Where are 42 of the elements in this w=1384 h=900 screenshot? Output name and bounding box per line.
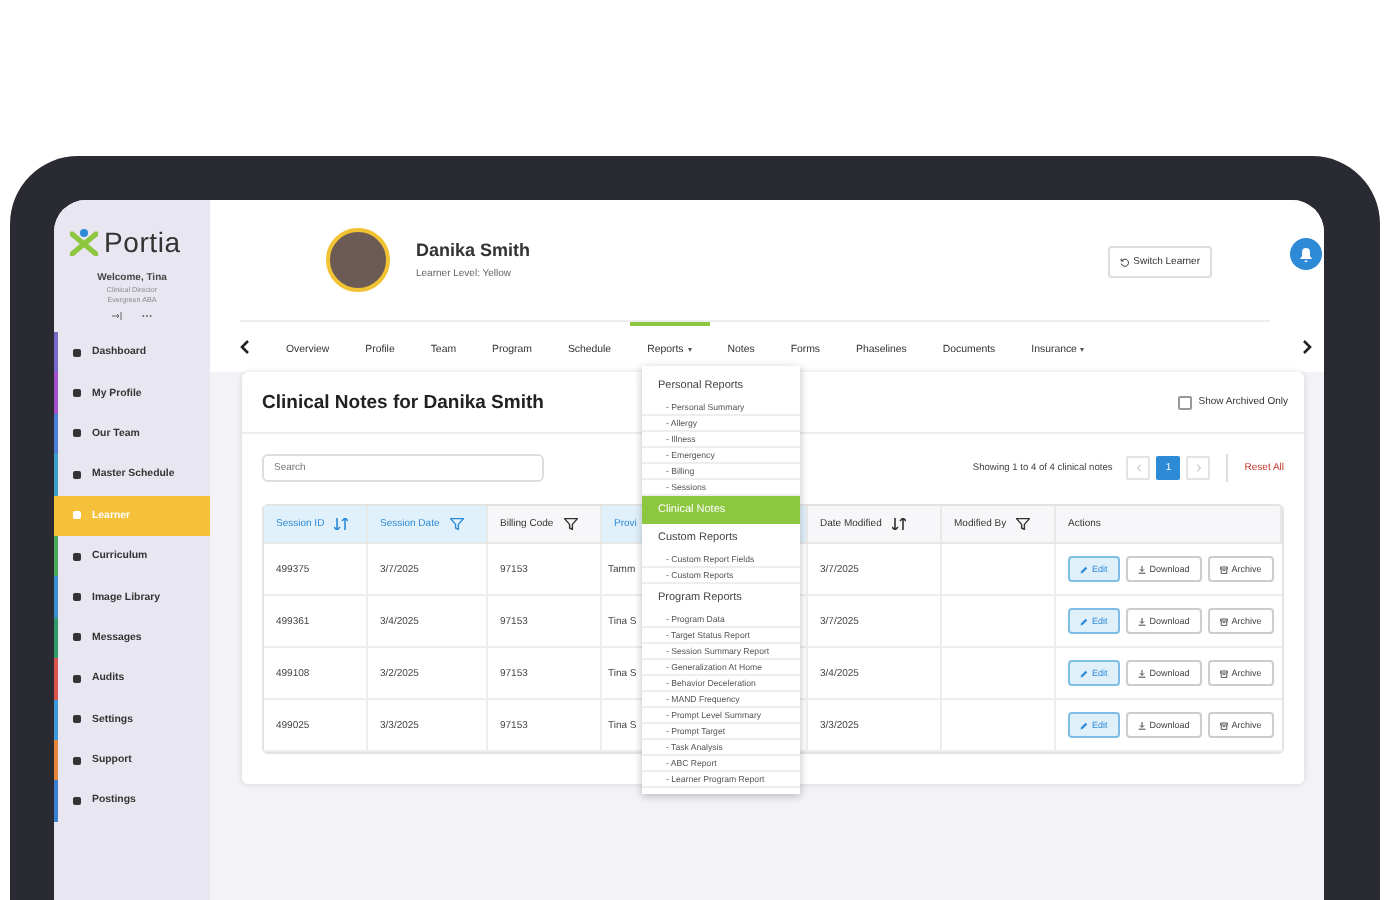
chevron-left-icon[interactable] — [240, 340, 250, 354]
filter-icon[interactable] — [563, 518, 578, 530]
square-icon — [72, 755, 82, 766]
square-icon — [72, 469, 82, 480]
square-icon — [72, 510, 82, 521]
box-icon — [1219, 669, 1228, 677]
square-icon — [72, 428, 82, 439]
logo-icon — [70, 228, 98, 256]
refresh-icon — [1119, 257, 1130, 267]
logout-icon[interactable] — [112, 312, 122, 320]
chevron-right-icon[interactable] — [1302, 340, 1312, 354]
square-icon — [72, 632, 82, 643]
square-icon — [72, 347, 82, 358]
download-icon — [1137, 669, 1146, 677]
box-icon — [1219, 617, 1228, 625]
chevron-right-icon — [1195, 464, 1202, 472]
download-icon — [1137, 617, 1146, 625]
pencil-icon — [1080, 617, 1088, 625]
bell-icon[interactable] — [1290, 238, 1322, 270]
box-icon — [1219, 565, 1228, 573]
sort-icon[interactable] — [891, 518, 906, 530]
square-icon — [72, 795, 82, 806]
pencil-icon — [1080, 721, 1088, 729]
square-icon — [72, 388, 82, 399]
square-icon — [72, 714, 82, 725]
pencil-icon — [1080, 669, 1088, 677]
square-icon — [72, 592, 82, 603]
download-icon — [1137, 721, 1146, 729]
checkbox[interactable] — [1178, 395, 1193, 409]
download-icon — [1137, 565, 1146, 573]
square-icon — [72, 551, 82, 562]
pencil-icon — [1080, 565, 1088, 573]
caret-icon — [1080, 347, 1085, 351]
card-title: Clinical Notes for Danika Smith — [262, 391, 544, 413]
logo-text: Portia — [104, 226, 181, 258]
caret-icon — [687, 347, 692, 351]
avatar — [326, 228, 390, 292]
filter-icon[interactable] — [1016, 518, 1031, 530]
box-icon — [1219, 721, 1228, 729]
square-icon — [72, 673, 82, 684]
chevron-left-icon — [1135, 464, 1142, 472]
learner-name: Danika Smith — [416, 240, 531, 260]
